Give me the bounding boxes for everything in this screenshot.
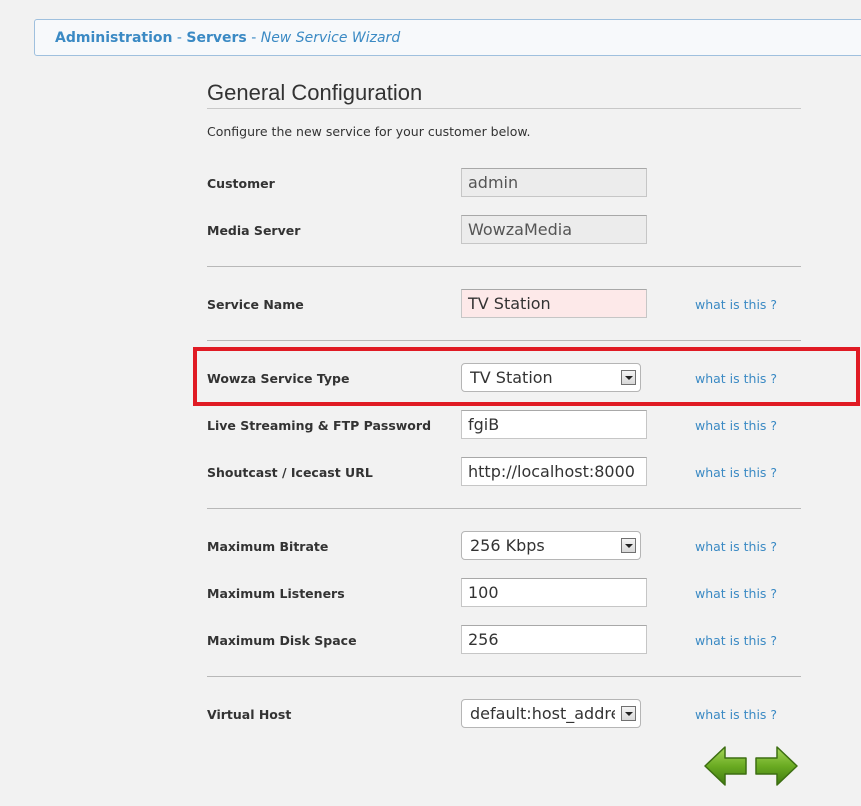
shoutcast-url-help-link[interactable]: what is this ? — [695, 465, 777, 480]
page-title: General Configuration — [207, 80, 423, 105]
breadcrumb: Administration - Servers - New Service W… — [34, 19, 861, 56]
customer-label: Customer — [207, 176, 275, 191]
section-divider — [207, 676, 801, 677]
max-bitrate-value: 256 Kbps — [470, 536, 545, 555]
next-arrow-icon — [755, 746, 798, 786]
breadcrumb-servers-link[interactable]: Servers — [186, 30, 246, 46]
virtual-host-value: default:host_address — [470, 704, 615, 723]
media-server-label: Media Server — [207, 223, 301, 238]
chevron-down-icon — [621, 706, 636, 721]
section-divider — [207, 266, 801, 267]
media-server-field: WowzaMedia — [461, 215, 647, 244]
max-listeners-label: Maximum Listeners — [207, 586, 345, 601]
intro-text: Configure the new service for your custo… — [207, 124, 531, 139]
virtual-host-label: Virtual Host — [207, 707, 292, 722]
max-disk-input[interactable]: 256 — [461, 625, 647, 654]
breadcrumb-separator: - — [172, 30, 187, 46]
max-listeners-help-link[interactable]: what is this ? — [695, 586, 777, 601]
max-listeners-input[interactable]: 100 — [461, 578, 647, 607]
max-disk-help-link[interactable]: what is this ? — [695, 633, 777, 648]
title-divider — [207, 108, 801, 109]
back-button[interactable] — [703, 744, 749, 788]
shoutcast-url-label: Shoutcast / Icecast URL — [207, 465, 373, 480]
service-name-label: Service Name — [207, 297, 304, 312]
max-bitrate-label: Maximum Bitrate — [207, 539, 329, 554]
max-bitrate-help-link[interactable]: what is this ? — [695, 539, 777, 554]
password-label: Live Streaming & FTP Password — [207, 418, 432, 433]
breadcrumb-administration-link[interactable]: Administration — [55, 30, 172, 46]
max-bitrate-select[interactable]: 256 Kbps — [461, 531, 641, 560]
service-name-help-link[interactable]: what is this ? — [695, 297, 777, 312]
password-help-link[interactable]: what is this ? — [695, 418, 777, 433]
service-name-input[interactable]: TV Station — [461, 289, 647, 318]
shoutcast-url-input[interactable]: http://localhost:8000 — [461, 457, 647, 486]
virtual-host-help-link[interactable]: what is this ? — [695, 707, 777, 722]
back-arrow-icon — [704, 746, 747, 786]
next-button[interactable] — [753, 744, 799, 788]
password-input[interactable]: fgiB — [461, 410, 647, 439]
customer-field: admin — [461, 168, 647, 197]
highlight-box — [193, 347, 860, 406]
virtual-host-select[interactable]: default:host_address — [461, 699, 641, 728]
breadcrumb-current-page: New Service Wizard — [260, 30, 401, 46]
breadcrumb-separator: - — [246, 30, 261, 46]
max-disk-label: Maximum Disk Space — [207, 633, 357, 648]
section-divider — [207, 508, 801, 509]
section-divider — [207, 340, 801, 341]
chevron-down-icon — [621, 538, 636, 553]
